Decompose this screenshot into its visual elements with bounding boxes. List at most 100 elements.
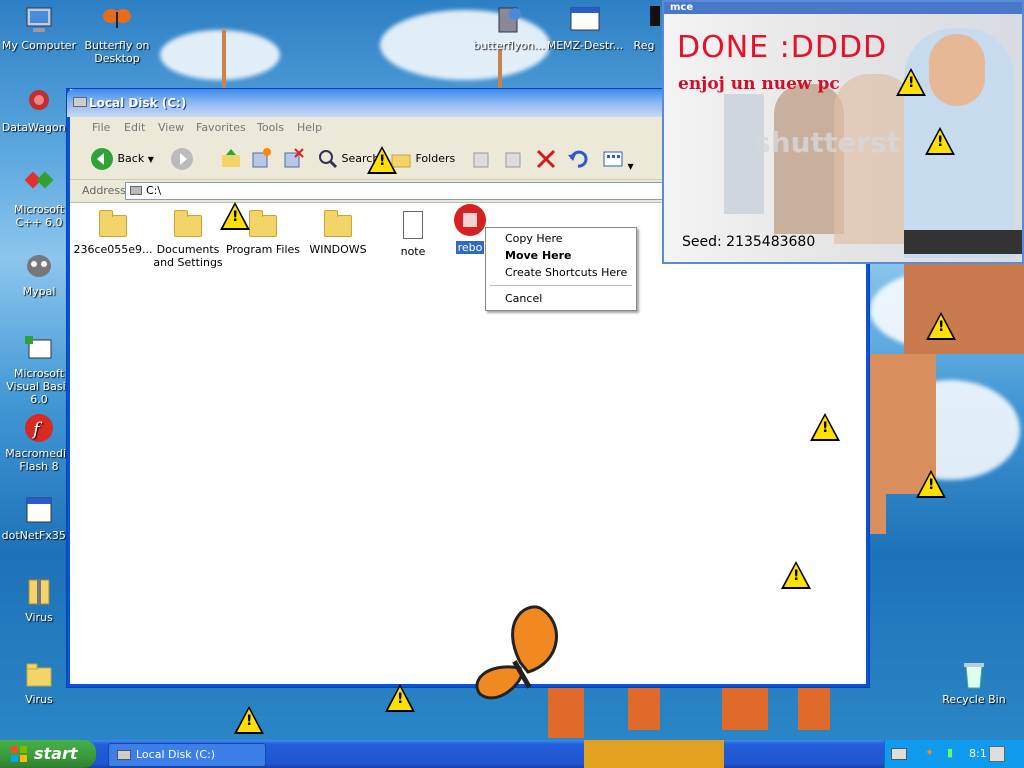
up-folder-button[interactable] (220, 147, 242, 172)
menu-help[interactable]: Help (297, 121, 322, 134)
file-label: Program Files (225, 243, 301, 256)
vb-icon (23, 332, 55, 364)
glitch-tile (866, 494, 886, 534)
cpp-icon (23, 168, 55, 200)
menu-edit[interactable]: Edit (124, 121, 145, 134)
text-file-icon (403, 211, 423, 239)
menu-favorites[interactable]: Favorites (196, 121, 246, 134)
desktop-icon-label: Macromedia Flash 8 (5, 447, 73, 473)
popup-headline: DONE :DDDD (677, 30, 888, 65)
recycle-tray-icon[interactable] (989, 746, 1005, 762)
delete-folder-button[interactable] (282, 147, 304, 172)
back-button[interactable]: Back ▼ (90, 147, 154, 171)
undo-button[interactable] (567, 149, 589, 172)
folder-icon (249, 210, 277, 237)
butterfly-icon (101, 4, 133, 36)
datawagon-icon (23, 86, 55, 118)
file-label: WINDOWS (309, 243, 367, 256)
copy-to-button[interactable] (502, 149, 524, 172)
warning-icon: ! (367, 146, 397, 174)
file-item[interactable]: Documents and Settings (148, 205, 228, 269)
recycle-bin-icon (958, 658, 990, 690)
taskbar-button-local-disk[interactable]: Local Disk (C:) (108, 743, 266, 767)
forward-arrow-icon (171, 148, 193, 170)
folders-label: Folders (415, 152, 456, 165)
move-to-icon (473, 152, 489, 168)
popup-watermark: shutterst (754, 126, 901, 159)
file-label: Documents and Settings (153, 243, 223, 269)
flash-icon: f (23, 412, 55, 444)
warning-icon: ! (916, 470, 946, 498)
mypal-icon (23, 250, 55, 282)
warning-icon: ! (385, 684, 415, 712)
butterfly-tray-icon[interactable]: ✦ (925, 746, 934, 759)
desktop-icon-label: MEMZ-Destr... (546, 39, 624, 52)
clock[interactable]: 8:1 (969, 747, 987, 760)
views-icon (603, 151, 623, 167)
desktop-icon-butterfly[interactable]: Butterfly on Desktop (78, 4, 156, 65)
warning-icon: ! (234, 706, 264, 734)
error-file-icon (454, 204, 486, 236)
windows-logo-icon (11, 746, 27, 762)
undo-icon (568, 150, 588, 168)
window-icon (569, 4, 601, 36)
system-tray: ✦ ▮ 8:1 (884, 740, 1024, 768)
folders-button[interactable]: Folders (390, 149, 455, 169)
desktop-icon-label: Virus (25, 611, 53, 624)
chevron-down-icon: ▼ (147, 155, 154, 164)
popup-title-bar[interactable]: mce (664, 2, 1022, 14)
search-icon (319, 150, 338, 169)
drive-icon (117, 750, 131, 760)
file-item[interactable]: note (373, 205, 453, 258)
desktop-icon-label: dotNetFx35... (1, 529, 77, 542)
menu-file[interactable]: File (92, 121, 110, 134)
menu-tools[interactable]: Tools (257, 121, 284, 134)
warning-icon: ! (220, 202, 250, 230)
menu-item-copy-here[interactable]: Copy Here (505, 232, 563, 245)
views-button[interactable]: ▼ (602, 149, 634, 172)
desktop-icon-label: My Computer (1, 39, 77, 52)
file-view: 236ce055e9... Documents and Settings Pro… (70, 203, 866, 684)
keyboard-shape (904, 230, 1022, 254)
desktop-icon-label: Microsoft C++ 6.0 (13, 203, 65, 229)
dotnet-icon (23, 494, 55, 526)
network-tray-icon[interactable]: ▮ (947, 746, 953, 759)
desktop-icon-label: DataWagon... (1, 121, 77, 134)
window-title: Local Disk (C:) (89, 96, 187, 110)
folder-icon (174, 210, 202, 237)
chevron-down-icon: ▼ (627, 162, 634, 171)
glitch-tile (722, 688, 768, 730)
warning-icon: ! (810, 413, 840, 441)
keyboard-tray-icon[interactable] (891, 748, 907, 760)
delete-button[interactable] (535, 149, 557, 172)
popup-subline: enjoj un nuew pc (678, 74, 840, 94)
menu-item-move-here[interactable]: Move Here (505, 249, 572, 262)
desktop-icon-memz[interactable]: MEMZ-Destr... (546, 4, 624, 52)
forward-button[interactable] (170, 147, 194, 174)
desktop-icon-my-computer[interactable]: My Computer (0, 4, 78, 52)
folder-icon (324, 210, 352, 237)
file-item[interactable]: WINDOWS (298, 205, 378, 256)
butterfly-overlay-icon (475, 605, 558, 700)
menu-view[interactable]: View (158, 121, 184, 134)
face-shape (929, 34, 985, 106)
menu-item-create-shortcuts-here[interactable]: Create Shortcuts Here (505, 266, 627, 279)
installer-icon (493, 4, 525, 36)
file-item[interactable]: 236ce055e9... (73, 205, 153, 256)
pier-post (222, 30, 226, 90)
glitch-tile (798, 688, 830, 730)
drive-icon (130, 186, 142, 195)
desktop-icon-butterfly-installer[interactable]: butterflyon... (470, 4, 548, 52)
move-to-button[interactable] (470, 149, 492, 172)
desktop-icon-recycle-bin[interactable]: Recycle Bin (935, 658, 1013, 706)
desktop-icon-reg[interactable]: Reg (622, 4, 666, 52)
start-button[interactable]: start (0, 740, 96, 768)
desktop-icon-label: butterflyon... (473, 39, 545, 52)
drive-icon (73, 97, 87, 107)
taskbar: start Local Disk (C:) ✦ ▮ 8:1 (0, 740, 1024, 768)
file-label: 236ce055e9... (73, 243, 153, 256)
new-folder-button[interactable] (250, 147, 272, 172)
menu-item-cancel[interactable]: Cancel (505, 292, 542, 305)
desktop-icon-label: Reg (633, 39, 655, 52)
delete-folder-icon (284, 148, 304, 168)
